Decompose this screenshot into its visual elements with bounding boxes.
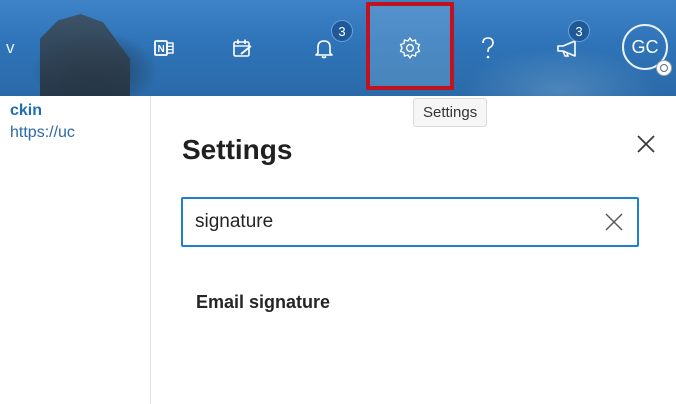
bell-icon xyxy=(312,36,336,60)
presence-status-icon xyxy=(656,60,672,76)
mail-list-pane: ckin https://uc xyxy=(0,96,151,404)
top-header-bar: v N 3 3 GC xyxy=(0,0,676,96)
gear-icon xyxy=(397,35,423,61)
notifications-badge: 3 xyxy=(331,20,353,42)
onenote-icon: N xyxy=(152,36,176,60)
search-result-email-signature[interactable]: Email signature xyxy=(196,292,330,313)
todo-icon xyxy=(230,36,254,60)
todo-button[interactable] xyxy=(224,30,260,66)
settings-button[interactable] xyxy=(392,30,428,66)
mail-link-fragment[interactable]: https://uc xyxy=(10,124,75,142)
settings-title: Settings xyxy=(182,134,293,165)
settings-search-input[interactable] xyxy=(195,209,595,235)
onenote-button[interactable]: N xyxy=(146,30,182,66)
header-background-image xyxy=(40,14,130,96)
header-text-fragment: v xyxy=(6,38,15,57)
help-button[interactable] xyxy=(470,30,506,66)
close-icon xyxy=(634,135,658,160)
clear-search-button[interactable] xyxy=(603,211,625,233)
svg-text:N: N xyxy=(158,44,165,55)
settings-panel: Settings Email signature xyxy=(152,96,676,404)
announcements-badge: 3 xyxy=(568,20,590,42)
settings-search-box[interactable] xyxy=(181,197,639,247)
clear-icon xyxy=(603,213,625,237)
mail-sender-fragment[interactable]: ckin xyxy=(10,102,42,120)
help-icon xyxy=(476,35,500,61)
settings-tooltip: Settings xyxy=(413,98,488,127)
close-settings-button[interactable] xyxy=(634,132,658,156)
